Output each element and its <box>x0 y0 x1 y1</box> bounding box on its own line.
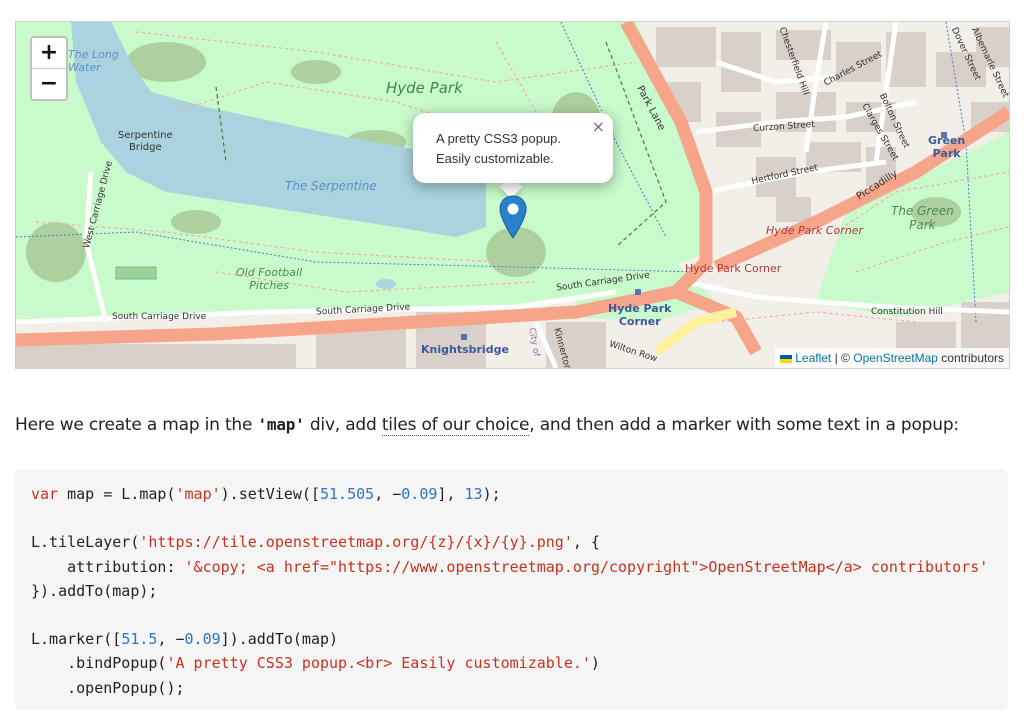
code-token: ).setView([ <box>220 485 320 503</box>
map-container[interactable]: The Long Water Hyde Park Serpentine Bridge… <box>15 21 1010 369</box>
popup-content: A pretty CSS3 popup. Easily customizable… <box>436 129 561 169</box>
code-token: , − <box>374 485 402 503</box>
code-token: 'map' <box>175 485 221 503</box>
intro-text-1: Here we create a map in the <box>15 415 258 435</box>
code-token: 'https://tile.openstreetmap.org/{z}/{x}/… <box>139 533 573 552</box>
map-marker-icon[interactable] <box>498 195 528 239</box>
code-token: 51.505 <box>320 485 375 503</box>
code-token: '&copy; <a href="https://www.openstreetm… <box>184 557 989 576</box>
code-content: var map = L.map('map').setView([51.505, … <box>15 469 1008 710</box>
inline-code-map: 'map' <box>257 415 305 434</box>
code-token: ]).addTo(map) <box>220 630 339 649</box>
intro-paragraph: Here we create a map in the 'map' div, a… <box>15 415 959 436</box>
popup-close-button[interactable]: × <box>592 117 605 136</box>
intro-text-2: div, add <box>304 415 382 435</box>
leaflet-link[interactable]: Leaflet <box>795 351 831 365</box>
intro-text-3: , and then add a marker with some text i… <box>529 415 959 435</box>
code-token: var <box>31 485 59 503</box>
code-token: .openPopup(); <box>31 678 185 697</box>
popup-line-2: Easily customizable. <box>436 151 554 166</box>
map-popup: × A pretty CSS3 popup. Easily customizab… <box>413 113 613 183</box>
code-token: L.tileLayer( <box>31 533 140 552</box>
code-token: .bindPopup( <box>31 654 167 673</box>
attribution-contributors: contributors <box>941 351 1004 365</box>
code-token: attribution: <box>31 557 185 576</box>
code-token: L.marker([ <box>31 630 122 649</box>
openstreetmap-link[interactable]: OpenStreetMap <box>853 351 938 365</box>
code-token: 'A pretty CSS3 popup.<br> Easily customi… <box>166 654 591 673</box>
zoom-control: + − <box>30 36 68 101</box>
map-attribution: Leaflet | © OpenStreetMap contributors <box>775 348 1009 368</box>
zoom-in-button[interactable]: + <box>32 38 66 68</box>
code-token: 0.09 <box>401 485 438 503</box>
zoom-out-button[interactable]: − <box>32 68 66 99</box>
code-token: ], <box>437 485 465 503</box>
code-token: , { <box>572 533 600 552</box>
code-token: , − <box>157 630 185 649</box>
code-token: ); <box>482 485 501 503</box>
code-token: }).addTo(map); <box>31 581 158 600</box>
popup-line-1: A pretty CSS3 popup. <box>436 131 562 146</box>
tiles-link[interactable]: tiles of our choice <box>381 415 529 436</box>
ukraine-flag-icon <box>780 354 793 363</box>
code-block: var map = L.map('map').setView([51.505, … <box>15 469 1008 710</box>
attribution-separator: | © <box>834 351 850 365</box>
code-token: 51.5 <box>121 630 158 649</box>
code-token: 13 <box>464 485 483 503</box>
code-token: ) <box>590 654 600 673</box>
code-token: 0.09 <box>184 630 221 649</box>
code-token: map = L.map( <box>58 485 176 503</box>
